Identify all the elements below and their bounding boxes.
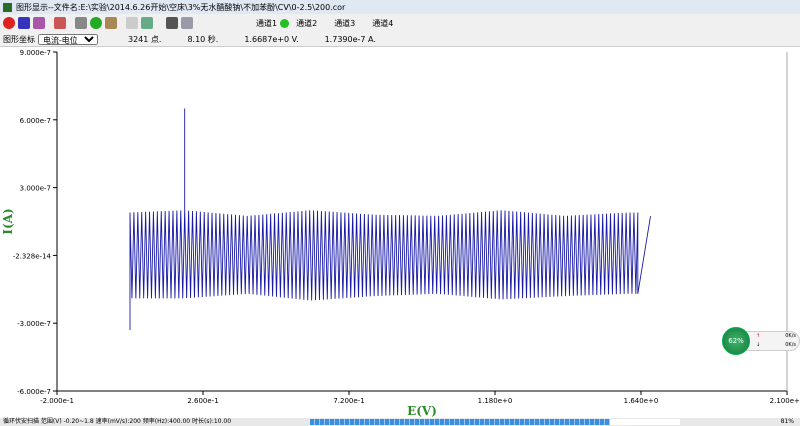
chart-icon[interactable]	[105, 17, 117, 29]
info-bar: 图形坐标 电流-电位 3241 点. 8.10 秒. 1.6687e+0 V. …	[0, 32, 800, 47]
potential-value: 1.6687e+0 V.	[244, 34, 299, 44]
cv-chart: 9.000e-7 6.000e-7 3.000e-7 -2.328e-14 -3.000…	[1, 49, 800, 418]
upload-speed: ↑ 0K/s	[756, 333, 796, 339]
progress-percent: 81%	[780, 418, 794, 425]
elapsed-time: 8.10 秒.	[187, 34, 219, 44]
network-widget: ↑ 0K/s ↓ 0K/s 62%	[722, 327, 800, 355]
cv-trace	[129, 108, 651, 330]
x-tick-label: 1.640e+0	[624, 397, 659, 405]
channel-4[interactable]: 通道4	[372, 18, 393, 29]
x-tick-label: 2.600e-1	[187, 397, 218, 405]
toolbar: 通道1 通道2 通道3 通道4	[0, 14, 800, 32]
channel-active-icon	[280, 18, 290, 28]
x-tick-label: 1.180e+0	[478, 397, 513, 405]
refresh-icon[interactable]	[141, 17, 153, 29]
x-tick-label: 2.100e+0	[770, 397, 800, 405]
y-axis-label: I(A)	[1, 208, 15, 234]
coord-label: 图形坐标	[3, 34, 35, 44]
app-icon	[3, 2, 12, 12]
x-tick-label: -2.000e-1	[40, 397, 74, 405]
channel-label: 通道3	[334, 18, 356, 28]
y-tick-label: -2.328e-14	[13, 252, 52, 260]
stop-icon[interactable]	[3, 17, 15, 29]
plot-mode-select[interactable]: 电流-电位	[38, 33, 98, 45]
channel-label: 通道4	[372, 18, 394, 28]
y-tick-label: -6.000e-7	[17, 388, 51, 396]
x-axis-label: E(V)	[407, 404, 437, 418]
zoom-icon[interactable]	[126, 17, 138, 29]
help-icon[interactable]	[90, 17, 102, 29]
current-value: 1.7390e-7 A.	[324, 34, 376, 44]
window-title: 图形显示--文件名:E:\实验\2014.6.26开始\空床\3%无水醋酸钠\不…	[16, 2, 346, 12]
channel-label: 通道1	[256, 18, 278, 28]
y-tick-label: 9.000e-7	[20, 49, 51, 57]
y-tick-label: -3.000e-7	[17, 320, 51, 328]
progress-fill	[310, 419, 610, 425]
x-tick-label: 7.200e-1	[333, 397, 364, 405]
channel-1[interactable]: 通道1	[256, 18, 290, 29]
plot-icon[interactable]	[54, 17, 66, 29]
channel-label: 通道2	[296, 18, 318, 28]
print-icon[interactable]	[166, 17, 178, 29]
status-text: 循环伏安扫描 范围(V) -0.20~1.8 速率(mV/s):200 频率(H…	[3, 418, 232, 425]
y-tick-label: 3.000e-7	[20, 185, 51, 193]
table-icon[interactable]	[181, 17, 193, 29]
download-speed: ↓ 0K/s	[756, 342, 796, 348]
channel-3[interactable]: 通道3	[334, 18, 355, 29]
points-count: 3241 点.	[128, 34, 162, 44]
progress-bar	[310, 419, 680, 425]
y-tick-label: 6.000e-7	[20, 117, 51, 125]
memory-gauge: 62%	[722, 327, 750, 355]
pause-icon[interactable]	[18, 17, 30, 29]
channel-2[interactable]: 通道2	[296, 18, 317, 29]
edit-icon[interactable]	[75, 17, 87, 29]
export-icon[interactable]	[33, 17, 45, 29]
title-bar: 图形显示--文件名:E:\实验\2014.6.26开始\空床\3%无水醋酸钠\不…	[0, 0, 800, 14]
